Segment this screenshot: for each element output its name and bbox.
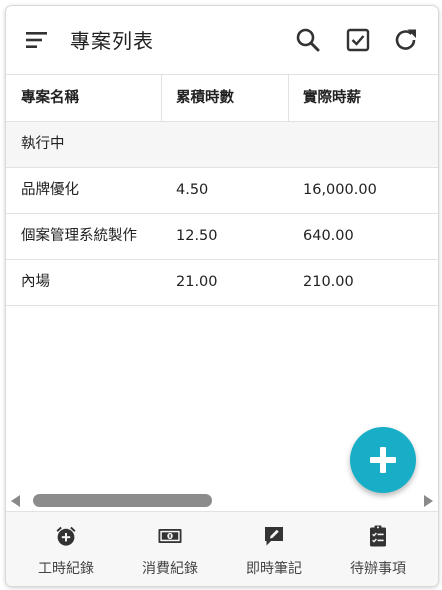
plus-icon — [380, 447, 386, 473]
money-icon — [158, 529, 182, 543]
column-divider — [288, 75, 289, 121]
rate-cell: 210.00 — [303, 274, 354, 290]
project-name-cell: 品牌優化 — [21, 182, 79, 198]
nav-item-quick-note[interactable]: 即時筆記 — [222, 512, 326, 586]
nav-item-label: 消費紀錄 — [142, 561, 198, 577]
nav-item-label: 工時紀錄 — [38, 561, 94, 577]
hours-cell: 4.50 — [176, 182, 209, 198]
check-box-icon[interactable] — [344, 26, 372, 54]
group-label: 執行中 — [21, 136, 65, 152]
table-row[interactable]: 內場 21.00 210.00 — [6, 260, 438, 306]
note-edit-icon — [265, 527, 283, 546]
search-icon[interactable] — [294, 26, 322, 54]
column-header-hours[interactable]: 累積時數 — [176, 75, 234, 121]
app-bar: 專案列表 — [6, 6, 438, 75]
nav-item-label: 即時筆記 — [246, 561, 302, 577]
column-divider — [161, 75, 162, 121]
clipboard-checklist-icon — [370, 525, 386, 547]
rate-cell: 640.00 — [303, 228, 354, 244]
refresh-icon[interactable] — [392, 26, 420, 54]
project-name-cell: 內場 — [21, 274, 50, 290]
project-name-cell: 個案管理系統製作 — [21, 228, 137, 244]
alarm-add-icon — [56, 526, 76, 546]
horizontal-scrollbar[interactable] — [6, 492, 438, 510]
hours-cell: 12.50 — [176, 228, 218, 244]
table-row[interactable]: 個案管理系統製作 12.50 640.00 — [6, 214, 438, 260]
scroll-left-arrow-icon[interactable] — [11, 495, 20, 507]
column-header-name[interactable]: 專案名稱 — [21, 75, 79, 121]
nav-item-expense-record[interactable]: 消費紀錄 — [118, 512, 222, 586]
menu-icon[interactable] — [24, 27, 50, 53]
add-project-button[interactable] — [350, 427, 416, 493]
scroll-right-arrow-icon[interactable] — [424, 495, 433, 507]
nav-item-todo[interactable]: 待辦事項 — [326, 512, 430, 586]
scrollbar-thumb[interactable] — [33, 494, 212, 507]
nav-item-label: 待辦事項 — [350, 561, 406, 577]
page-title: 專案列表 — [70, 29, 154, 53]
nav-item-time-record[interactable]: 工時紀錄 — [14, 512, 118, 586]
group-header-row: 執行中 — [6, 122, 438, 168]
table-header: 專案名稱 累積時數 實際時薪 — [6, 75, 438, 122]
column-header-rate[interactable]: 實際時薪 — [303, 75, 361, 121]
hours-cell: 21.00 — [176, 274, 218, 290]
bottom-navigation: 工時紀錄 消費紀錄 即時筆記 待辦事項 — [6, 511, 438, 586]
rate-cell: 16,000.00 — [303, 182, 377, 198]
app-window: 專案列表 專案名稱 累積時數 實際時薪 執行中 品牌優化 4.50 16,000… — [5, 5, 439, 587]
table-row[interactable]: 品牌優化 4.50 16,000.00 — [6, 168, 438, 214]
